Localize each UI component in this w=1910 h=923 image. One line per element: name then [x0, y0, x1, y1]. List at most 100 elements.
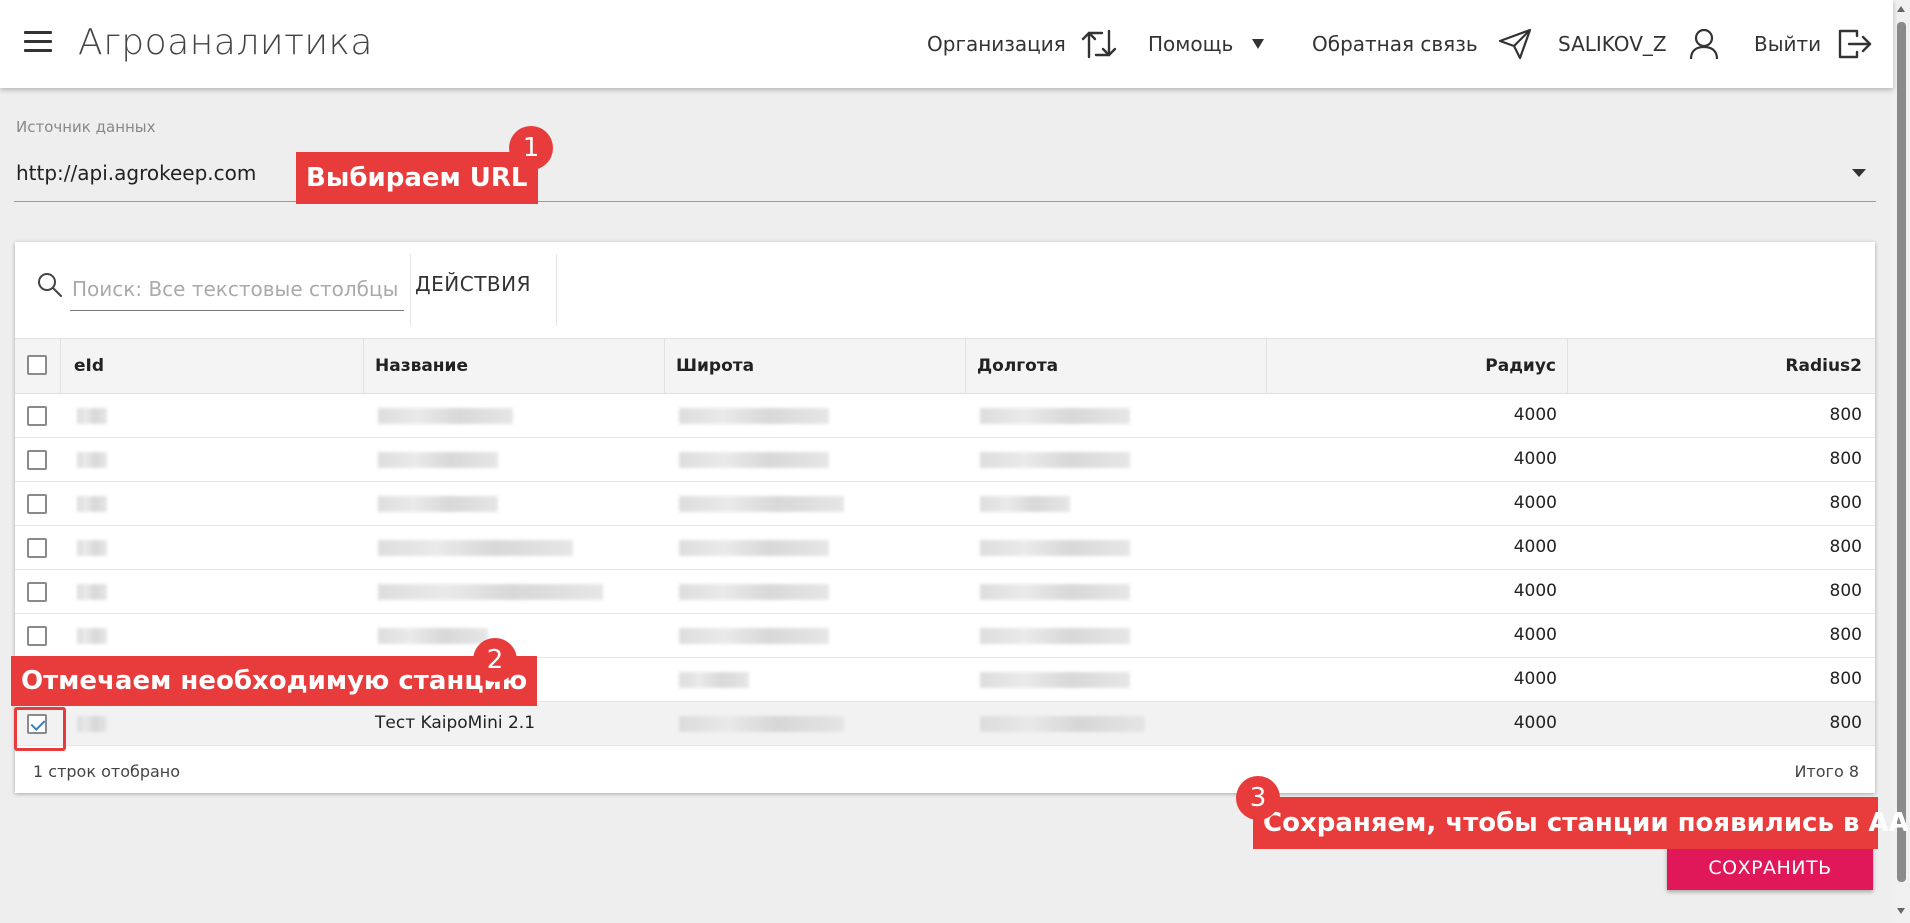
- cell-radius: 4000: [1513, 493, 1557, 513]
- cell-radius2: 800: [1829, 449, 1862, 469]
- annotation-badge-1: 1: [509, 126, 553, 170]
- checkbox-highlight: [14, 707, 66, 751]
- row-checkbox[interactable]: [27, 538, 47, 558]
- select-all-checkbox[interactable]: [27, 355, 47, 375]
- redacted-name: [378, 584, 603, 600]
- cell-radius2: 800: [1829, 669, 1862, 689]
- table-row[interactable]: 4000 800: [15, 614, 1875, 658]
- column-header-name[interactable]: Название: [364, 339, 665, 393]
- logout-label: Выйти: [1754, 32, 1822, 56]
- cell-radius: 4000: [1513, 449, 1557, 469]
- cell-radius2: 800: [1829, 713, 1862, 733]
- redacted-longitude: [980, 452, 1130, 468]
- help-label: Помощь: [1148, 32, 1234, 56]
- grid-toolbar: ДЕЙСТВИЯ: [15, 242, 1875, 338]
- scroll-thumb[interactable]: [1897, 22, 1906, 882]
- logout-button[interactable]: Выйти: [1754, 0, 1873, 88]
- redacted-longitude: [980, 672, 1130, 688]
- redacted-eid: [77, 584, 107, 600]
- actions-button[interactable]: ДЕЙСТВИЯ: [415, 272, 531, 296]
- selected-rows-count: 1 строк отобрано: [33, 762, 181, 781]
- row-checkbox[interactable]: [27, 494, 47, 514]
- dropdown-arrow-icon[interactable]: [1852, 169, 1866, 177]
- search-icon: [37, 272, 63, 302]
- redacted-eid: [77, 540, 107, 556]
- redacted-name: [378, 540, 573, 556]
- logout-icon: [1837, 28, 1873, 60]
- redacted-latitude: [679, 672, 749, 688]
- total-rows-count: Итого 8: [1794, 762, 1859, 781]
- redacted-name: [378, 408, 513, 424]
- organization-switch-button[interactable]: Организация: [927, 0, 1118, 88]
- cell-radius2: 800: [1829, 493, 1862, 513]
- scroll-down-icon[interactable]: [1897, 908, 1905, 914]
- user-profile-button[interactable]: SALIKOV_Z: [1558, 0, 1719, 88]
- cell-radius: 4000: [1513, 625, 1557, 645]
- redacted-longitude: [980, 716, 1145, 732]
- swap-arrows-icon: [1080, 27, 1118, 61]
- paper-plane-icon: [1498, 28, 1532, 60]
- row-checkbox[interactable]: [27, 626, 47, 646]
- annotation-step1: Выбираем URL: [296, 152, 538, 204]
- redacted-eid: [77, 408, 107, 424]
- redacted-latitude: [679, 716, 844, 732]
- annotation-step2: Отмечаем необходимую станцию: [11, 656, 538, 706]
- table-row[interactable]: 4000 800: [15, 526, 1875, 570]
- grid-search-input[interactable]: [70, 268, 404, 311]
- row-checkbox[interactable]: [27, 450, 47, 470]
- row-checkbox[interactable]: [27, 582, 47, 602]
- column-header-radius[interactable]: Радиус: [1267, 339, 1568, 393]
- cell-radius2: 800: [1829, 625, 1862, 645]
- datasource-value: http://api.agrokeep.com: [16, 161, 257, 185]
- redacted-eid: [77, 716, 107, 732]
- table-row[interactable]: 4000 800: [15, 482, 1875, 526]
- stations-grid: ДЕЙСТВИЯ eId Название Широта Долгота Рад…: [15, 242, 1875, 793]
- grid-header-row: eId Название Широта Долгота Радиус Radiu…: [15, 338, 1875, 394]
- hamburger-menu-icon[interactable]: [24, 31, 52, 55]
- table-row[interactable]: 4000 800: [15, 394, 1875, 438]
- column-header-eid[interactable]: eId: [63, 339, 364, 393]
- redacted-latitude: [679, 584, 829, 600]
- row-checkbox[interactable]: [27, 406, 47, 426]
- caret-down-icon: [1251, 38, 1265, 50]
- table-row-selected[interactable]: Тест KaipoMini 2.1 4000 800: [15, 702, 1875, 746]
- redacted-name: [378, 496, 498, 512]
- help-menu-button[interactable]: Помощь: [1148, 0, 1265, 88]
- table-row[interactable]: 4000 800: [15, 570, 1875, 614]
- redacted-longitude: [980, 496, 1070, 512]
- redacted-latitude: [679, 408, 829, 424]
- column-header-radius2[interactable]: Radius2: [1568, 339, 1873, 393]
- organization-label: Организация: [927, 32, 1066, 56]
- cell-radius: 4000: [1513, 581, 1557, 601]
- redacted-longitude: [980, 540, 1130, 556]
- cell-radius: 4000: [1513, 405, 1557, 425]
- redacted-latitude: [679, 540, 829, 556]
- column-header-latitude[interactable]: Широта: [665, 339, 966, 393]
- annotation-badge-3: 3: [1236, 776, 1280, 820]
- cell-radius2: 800: [1829, 405, 1862, 425]
- user-icon: [1689, 28, 1719, 60]
- redacted-eid: [77, 628, 107, 644]
- cell-name: Тест KaipoMini 2.1: [375, 713, 536, 733]
- datasource-select[interactable]: [14, 150, 1876, 202]
- annotation-step3: Сохраняем, чтобы станции появились в АА: [1253, 797, 1909, 849]
- redacted-name: [378, 452, 498, 468]
- scroll-up-icon[interactable]: [1897, 6, 1905, 12]
- redacted-longitude: [980, 628, 1130, 644]
- redacted-longitude: [980, 408, 1130, 424]
- username-label: SALIKOV_Z: [1558, 32, 1667, 56]
- app-header: Агроаналитика Организация Помощь Обратна…: [0, 0, 1893, 88]
- feedback-button[interactable]: Обратная связь: [1312, 0, 1532, 88]
- toolbar-divider: [410, 254, 411, 326]
- page-scrollbar[interactable]: [1893, 0, 1910, 923]
- app-title: Агроаналитика: [78, 22, 373, 63]
- redacted-longitude: [980, 584, 1130, 600]
- column-header-longitude[interactable]: Долгота: [966, 339, 1267, 393]
- table-row[interactable]: 4000 800: [15, 438, 1875, 482]
- redacted-eid: [77, 496, 107, 512]
- redacted-eid: [77, 452, 107, 468]
- redacted-latitude: [679, 452, 829, 468]
- redacted-name: [378, 628, 488, 644]
- cell-radius: 4000: [1513, 669, 1557, 689]
- save-button[interactable]: СОХРАНИТЬ: [1667, 846, 1873, 890]
